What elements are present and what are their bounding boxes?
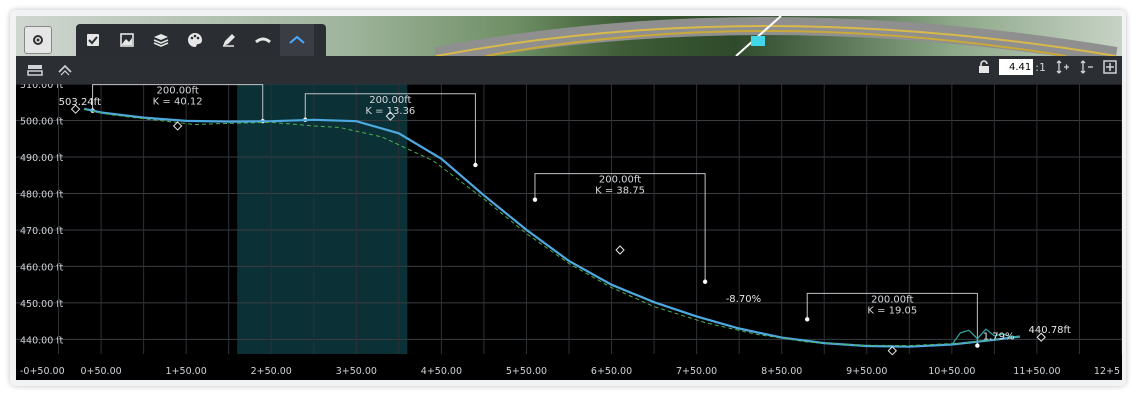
pvi-marker: [172, 121, 183, 131]
x-tick-label: 6+50.00: [591, 366, 632, 377]
tab-profile[interactable]: [280, 24, 314, 56]
curve-start-point: [532, 197, 538, 202]
curve-length-label: 200.00ft: [369, 95, 411, 106]
x-tick-label: 12+5: [1094, 366, 1120, 377]
elevation-annotation: 503.24ft: [59, 97, 101, 108]
curve-k-label: K = 40.12: [153, 97, 203, 108]
toolbar-right-group: :1: [977, 59, 1118, 75]
pvi-marker: [887, 346, 897, 356]
x-tick-label: 1+50.00: [166, 366, 207, 377]
curve-end-point: [473, 162, 478, 168]
curve-length-label: 200.00ft: [871, 294, 913, 305]
x-tick-label: 8+50.00: [761, 366, 802, 377]
curve-tool-icon: [58, 64, 72, 76]
elevation-annotation: 1.79%: [983, 331, 1015, 342]
x-tick-label: 9+50.00: [846, 366, 887, 377]
curve-end-point: [975, 343, 980, 348]
ruler-icon: [27, 65, 43, 76]
pvi-marker: [615, 245, 625, 255]
profile-chart[interactable]: 510.00 ft 500.00 ft 490.00 ft 480.00 ft 470.…: [16, 84, 1122, 380]
x-tick-label: 11+50.00: [1013, 366, 1060, 377]
profile-toolbar: :1: [16, 56, 1122, 84]
x-tick-label: -0+50.00: [20, 366, 65, 377]
x-tick-label: 0+50.00: [80, 366, 121, 377]
x-tick-label: 7+50.00: [676, 366, 717, 377]
elevation-annotation: 440.78ft: [1029, 325, 1071, 336]
tab-layers[interactable]: [144, 24, 178, 56]
y-tick-label: 500.00 ft: [20, 116, 63, 127]
tab-palette[interactable]: [178, 24, 212, 56]
profile-plot-area[interactable]: 510.00 ft 500.00 ft 490.00 ft 480.00 ft 470.…: [16, 84, 1122, 380]
settings-button[interactable]: [24, 26, 52, 54]
x-tick-label: 3+50.00: [336, 366, 377, 377]
y-tick-label: 440.00 ft: [20, 335, 63, 346]
elevation-annotation: -8.70%: [726, 294, 761, 305]
tab-road[interactable]: [246, 24, 280, 56]
curve-length-label: 200.00ft: [599, 175, 641, 186]
layers-icon: [153, 34, 169, 47]
curve-start-point: [805, 317, 810, 322]
image-icon: [120, 33, 134, 47]
vertical-exaggeration-input[interactable]: [999, 59, 1034, 75]
profile-icon: [289, 35, 305, 44]
y-tick-label: 450.00 ft: [20, 299, 63, 310]
checkbox-icon: [87, 34, 99, 46]
tab-checkbox[interactable]: [76, 24, 110, 56]
fit-to-view-icon[interactable]: [1102, 59, 1118, 75]
vertical-curve-tool-button[interactable]: [54, 59, 76, 81]
x-tick-label: 2+50.00: [251, 366, 292, 377]
y-tick-label: 470.00 ft: [20, 226, 63, 237]
gear-icon: [33, 35, 43, 45]
y-tick-label: 480.00 ft: [20, 189, 63, 200]
y-tick-label: 460.00 ft: [20, 262, 63, 273]
view-tabstrip: [76, 24, 326, 56]
curve-k-label: K = 19.05: [867, 305, 917, 316]
scale-suffix: :1: [1035, 60, 1046, 74]
curve-k-label: K = 13.36: [365, 106, 415, 117]
zoom-in-vertical-icon[interactable]: [1054, 59, 1070, 75]
y-tick-label: 510.00 ft: [20, 84, 63, 91]
curve-k-label: K = 38.75: [595, 186, 645, 197]
tab-pen[interactable]: [212, 24, 246, 56]
unlock-icon[interactable]: [977, 60, 991, 74]
road-icon: [255, 37, 271, 44]
tab-image[interactable]: [110, 24, 144, 56]
y-tick-label: 490.00 ft: [20, 153, 63, 164]
palette-icon: [188, 33, 202, 47]
selected-range-band: [237, 84, 408, 354]
curve-end-point: [702, 279, 708, 284]
curve-length-label: 200.00ft: [157, 86, 199, 97]
profile-view-button[interactable]: [24, 59, 46, 81]
pen-icon: [223, 34, 235, 47]
x-tick-label: 5+50.00: [506, 366, 547, 377]
top-panel: [16, 16, 1122, 56]
x-tick-label: 10+50.00: [928, 366, 975, 377]
zoom-out-vertical-icon[interactable]: [1078, 59, 1094, 75]
x-tick-label: 4+50.00: [421, 366, 462, 377]
